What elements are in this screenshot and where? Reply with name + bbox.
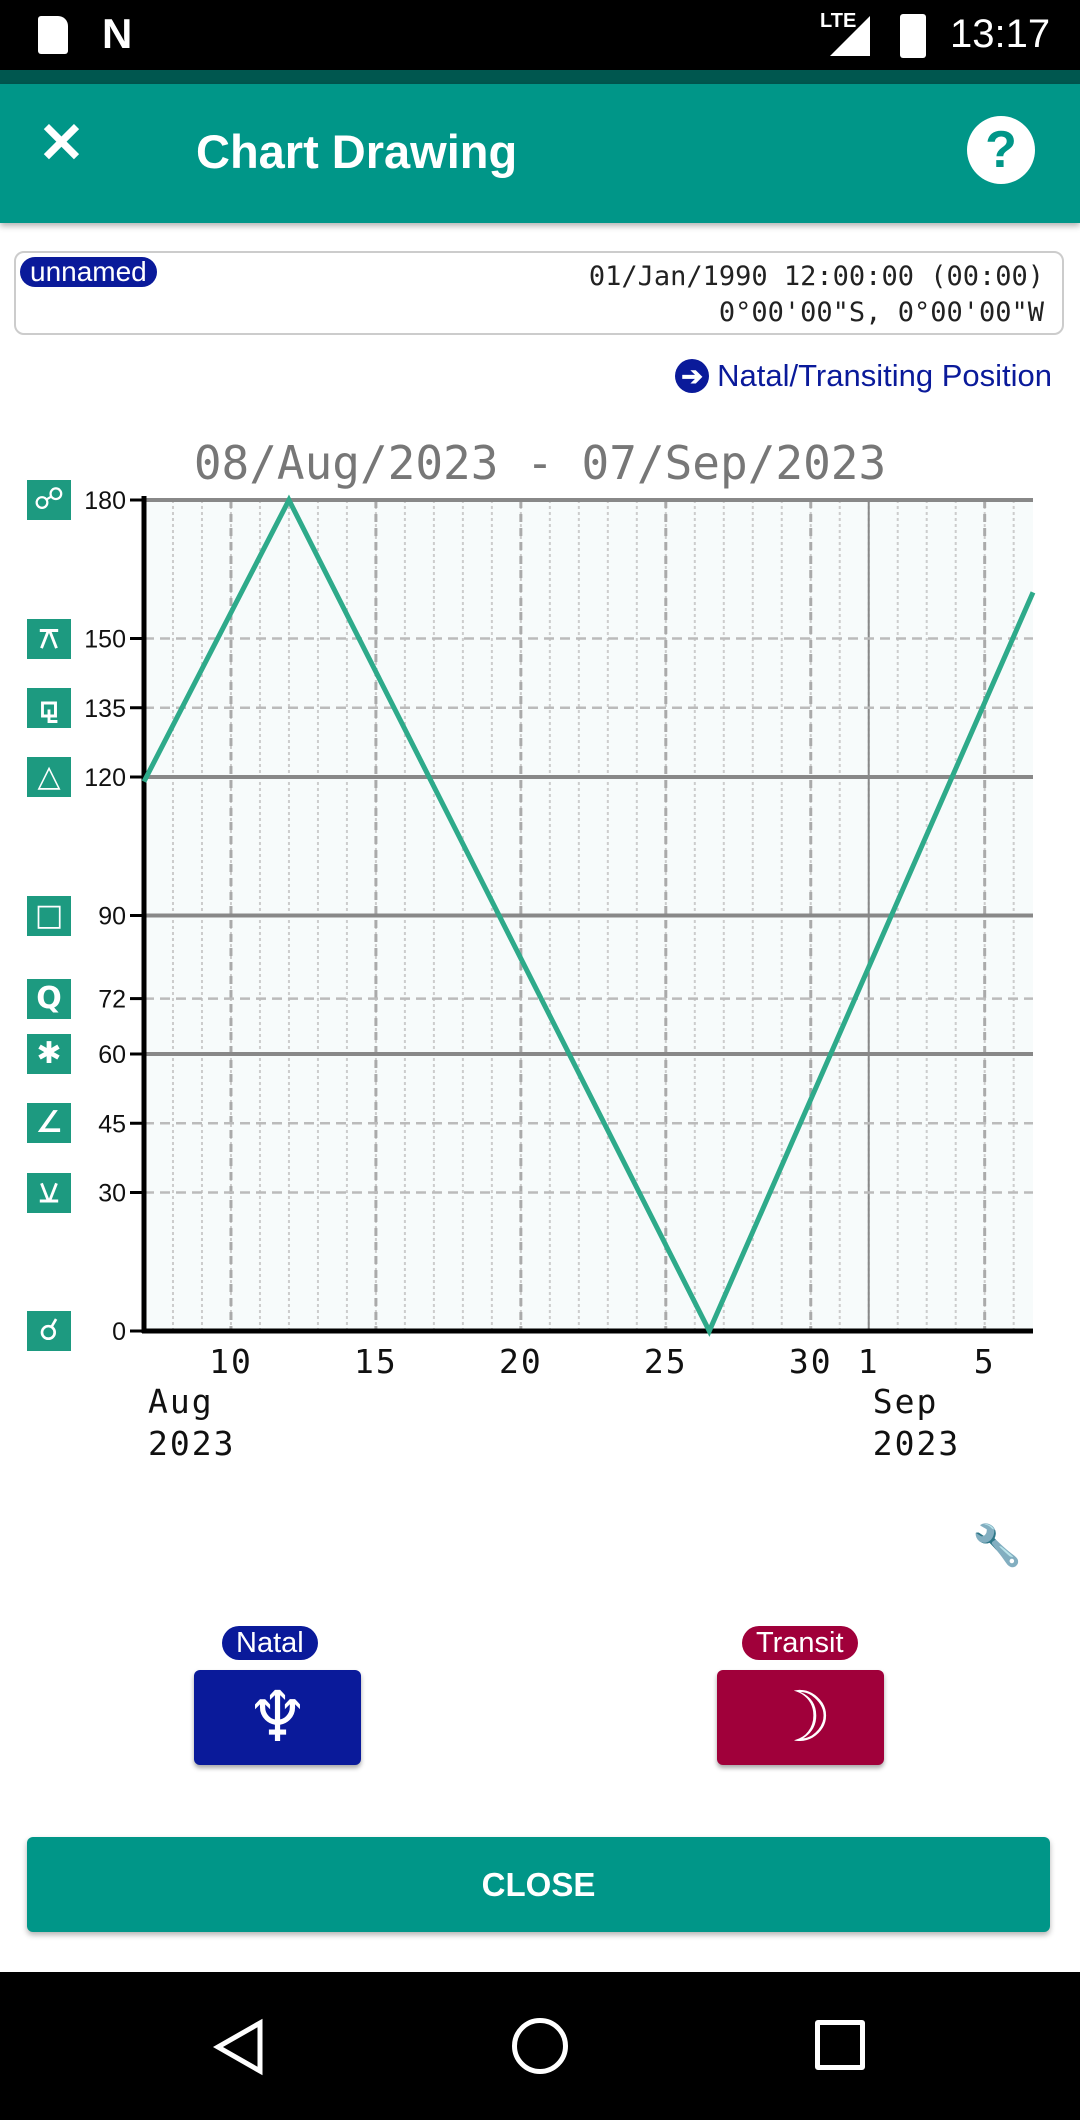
n-icon: N — [102, 10, 133, 57]
x-tick-label: 15 — [354, 1342, 398, 1381]
clock: 13:17 — [950, 12, 1051, 56]
y-tick-label: 72 — [98, 986, 126, 1014]
x-tick-label: 5 — [974, 1342, 996, 1381]
neptune-icon: ♆ — [246, 1676, 309, 1758]
close-button[interactable]: CLOSE — [27, 1837, 1050, 1932]
link-label: Natal/Transiting Position — [717, 358, 1052, 393]
x-tick-label: 25 — [644, 1342, 688, 1381]
natal-transiting-position-link[interactable]: ➔ Natal/Transiting Position — [675, 358, 1052, 394]
y-tick-label: 90 — [98, 903, 126, 931]
x-year-label: 2023 — [148, 1424, 235, 1463]
wrench-icon[interactable]: 🔧 — [972, 1522, 1022, 1569]
birth-datetime: 01/Jan/1990 12:00:00 (00:00) — [588, 261, 1044, 292]
square-icon: □ — [27, 895, 71, 936]
conjunction-icon: ☌ — [27, 1311, 71, 1351]
transit-label: Transit — [742, 1626, 858, 1660]
page-title: Chart Drawing — [196, 125, 518, 178]
aspect-chart: 10 15 20 25 30 1 5Aug2023Sep202303045607290120… — [84, 487, 1036, 1463]
y-tick-label: 120 — [84, 764, 126, 792]
x-month-label: Aug — [148, 1382, 214, 1421]
natal-label: Natal — [222, 1626, 318, 1660]
status-strip — [0, 70, 1080, 84]
quincunx-icon: ⚻ — [27, 618, 71, 659]
y-tick-label: 60 — [98, 1041, 126, 1069]
sd-card-icon — [38, 16, 68, 54]
semisquare-icon: ∠ — [27, 1103, 71, 1144]
back-icon[interactable] — [210, 2017, 270, 2077]
quintile-icon: Q — [27, 978, 71, 1019]
home-icon[interactable] — [512, 2018, 568, 2074]
x-month-label: Sep — [873, 1382, 939, 1421]
opposition-icon: ☍ — [27, 480, 71, 520]
help-icon[interactable]: ? — [967, 116, 1035, 184]
close-icon[interactable]: ✕ — [38, 110, 85, 176]
x-year-label: 2023 — [873, 1424, 960, 1463]
status-bar: N LTE 13:17 — [0, 0, 1080, 70]
moon-icon: ☽ — [769, 1676, 832, 1758]
sextile-icon: ✱ — [27, 1034, 71, 1074]
arrow-right-circle-icon: ➔ — [675, 359, 710, 393]
semisextile-icon: ⚺ — [27, 1172, 71, 1213]
y-tick-label: 150 — [84, 626, 126, 654]
battery-icon — [900, 14, 926, 58]
trine-icon: △ — [27, 757, 71, 797]
name-badge: unnamed — [20, 257, 157, 287]
y-tick-label: 135 — [84, 695, 126, 723]
transit-planet-button[interactable]: ☽ — [717, 1670, 884, 1765]
y-tick-label: 0 — [112, 1318, 126, 1346]
x-tick-label: 10 — [209, 1342, 253, 1381]
x-tick-label: 1 — [858, 1342, 880, 1381]
birth-location: 0°00'00"S, 0°00'00"W — [718, 297, 1044, 328]
y-tick-label: 45 — [98, 1110, 126, 1138]
app-bar: ✕ Chart Drawing ? — [0, 84, 1080, 223]
signal-icon — [830, 16, 870, 56]
navigation-bar — [0, 1972, 1080, 2120]
x-tick-label: 20 — [499, 1342, 543, 1381]
recents-icon[interactable] — [815, 2020, 865, 2070]
y-tick-label: 180 — [84, 487, 126, 515]
x-tick-label: 30 — [789, 1342, 833, 1381]
chart-info-box[interactable]: unnamed 01/Jan/1990 12:00:00 (00:00) 0°0… — [14, 251, 1064, 335]
y-tick-label: 30 — [98, 1180, 126, 1208]
natal-planet-button[interactable]: ♆ — [194, 1670, 361, 1765]
sesquiquadrate-icon: ⚼ — [27, 687, 71, 728]
